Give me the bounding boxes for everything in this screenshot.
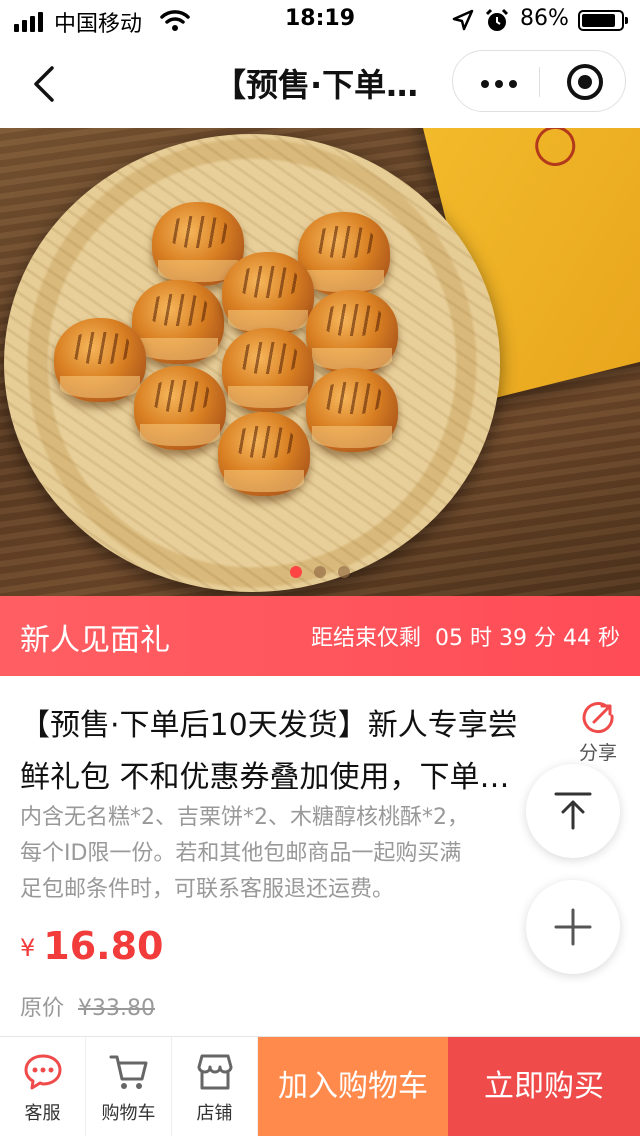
battery-level <box>582 14 615 27</box>
carousel-dot <box>338 566 350 578</box>
more-icon[interactable] <box>481 80 517 88</box>
countdown-seconds: 44 <box>562 626 591 651</box>
location-icon <box>452 9 474 31</box>
countdown-minutes-unit: 分 <box>533 626 556 651</box>
countdown-label: 距结束仅剩 <box>310 626 421 651</box>
current-price: ¥16.80 <box>20 924 163 968</box>
battery-icon <box>578 10 628 31</box>
carousel-indicator <box>290 566 350 578</box>
pastry-image <box>306 368 398 452</box>
mini-program-capsule <box>452 50 626 112</box>
pastry-image <box>306 290 398 374</box>
share-icon[interactable] <box>576 702 620 738</box>
back-icon[interactable] <box>26 62 66 106</box>
pastry-image <box>222 252 314 336</box>
capsule-close-icon[interactable] <box>567 64 603 100</box>
currency-symbol: ¥ <box>20 934 36 962</box>
promo-title: 新人见面礼 <box>20 623 170 658</box>
page-title: 【预售·下单… <box>214 66 419 104</box>
description-line: 每个ID限一份。若和其他包邮商品一起购买满 <box>20 841 462 866</box>
battery-percent: 86% <box>520 6 569 31</box>
cart-tab[interactable]: 购物车 <box>86 1037 172 1136</box>
chat-icon <box>24 1054 62 1090</box>
shop-icon <box>197 1054 233 1090</box>
price-value: 16.80 <box>43 924 164 968</box>
promo-banner: 新人见面礼 距结束仅剩 05 时 39 分 44 秒 <box>0 596 640 676</box>
countdown-timer: 距结束仅剩 05 时 39 分 44 秒 <box>311 620 620 652</box>
customer-service-label: 客服 <box>24 1103 61 1124</box>
countdown-hours: 05 <box>434 626 463 651</box>
carousel-dot <box>314 566 326 578</box>
alarm-icon <box>485 8 509 31</box>
add-to-cart-button[interactable]: 加入购物车 <box>258 1037 448 1136</box>
pastry-image <box>134 366 226 450</box>
arrow-up-icon <box>554 792 592 830</box>
back-to-top-button[interactable] <box>526 764 620 858</box>
product-title-line: 【预售·下单后10天发货】新人专享尝 <box>20 708 518 743</box>
bottom-action-bar: 客服 购物车 店铺 加入购物车 立即购买 <box>0 1036 640 1136</box>
pastry-image <box>222 328 314 412</box>
shop-label: 店铺 <box>196 1103 233 1124</box>
original-price-value: ¥33.80 <box>78 996 155 1021</box>
countdown-hours-unit: 时 <box>469 626 492 651</box>
pastry-image <box>132 280 224 364</box>
product-title-line: 鲜礼包 不和优惠券叠加使用，下单… <box>20 760 510 795</box>
original-price-label: 原价 <box>20 996 65 1021</box>
pastry-image <box>218 412 310 496</box>
capsule-divider <box>539 67 540 97</box>
product-description: 内含无名糕*2、吉栗饼*2、木糖醇核桃酥*2， 每个ID限一份。若和其他包邮商品… <box>20 800 560 908</box>
carousel-dot-active <box>290 566 302 578</box>
cart-label: 购物车 <box>101 1103 156 1124</box>
status-bar: 中国移动 18:19 86% <box>0 0 640 40</box>
description-line: 内含无名糕*2、吉栗饼*2、木糖醇核桃酥*2， <box>20 805 469 830</box>
description-line: 足包邮条件时，可联系客服退还运费。 <box>20 877 395 902</box>
countdown-seconds-unit: 秒 <box>597 626 620 651</box>
buy-now-button[interactable]: 立即购买 <box>448 1037 640 1136</box>
share-button-label[interactable]: 分享 <box>564 738 632 765</box>
nav-bar: 【预售·下单… <box>0 40 640 128</box>
cart-icon <box>109 1055 148 1089</box>
countdown-minutes: 39 <box>498 626 527 651</box>
expand-menu-button[interactable] <box>526 880 620 974</box>
pastry-image <box>54 318 146 402</box>
product-title: 【预售·下单后10天发货】新人专享尝 鲜礼包 不和优惠券叠加使用，下单… <box>20 700 560 804</box>
plus-icon <box>554 908 592 946</box>
customer-service-tab[interactable]: 客服 <box>0 1037 86 1136</box>
original-price: 原价 ¥33.80 <box>20 990 155 1022</box>
shop-tab[interactable]: 店铺 <box>172 1037 258 1136</box>
product-image-carousel[interactable] <box>0 128 640 596</box>
